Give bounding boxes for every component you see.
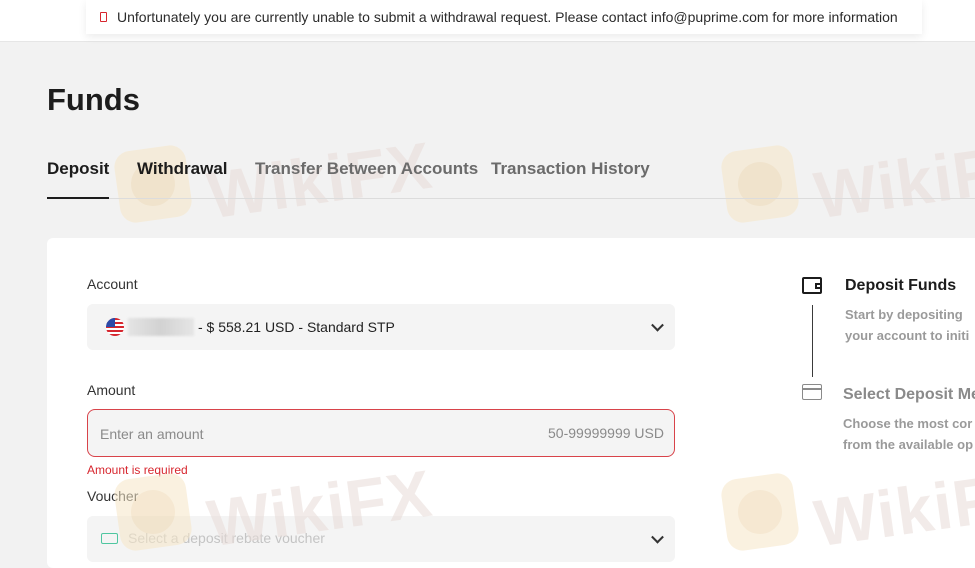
step-title-select-deposit-method: Select Deposit Me (843, 386, 975, 403)
tab-transfer-between-accounts[interactable]: Transfer Between Accounts (255, 158, 478, 197)
account-select[interactable]: - $ 558.21 USD - Standard STP (87, 304, 675, 350)
step-title-deposit-funds: Deposit Funds (845, 277, 957, 294)
step-desc-line: Start by depositing (845, 307, 963, 322)
card-icon (802, 384, 822, 400)
alert-message-box: Unfortunately you are currently unable t… (86, 0, 922, 34)
alert-bar: Unfortunately you are currently unable t… (0, 0, 975, 42)
amount-label: Amount (87, 382, 136, 398)
step-connector (812, 305, 813, 377)
account-label: Account (87, 276, 138, 292)
alert-message: Unfortunately you are currently unable t… (117, 9, 898, 25)
step-desc-line: from the available op (843, 437, 974, 452)
account-select-value: - $ 558.21 USD - Standard STP (198, 319, 395, 335)
chevron-down-icon (651, 318, 664, 332)
step-desc-line: Choose the most cor (843, 416, 973, 431)
tab-transaction-history[interactable]: Transaction History (491, 158, 650, 197)
amount-error-message: Amount is required (87, 463, 188, 477)
amount-input[interactable] (88, 410, 502, 458)
funds-tabs: Deposit Withdrawal Transfer Between Acco… (47, 158, 975, 199)
voucher-label: Voucher (87, 488, 139, 504)
voucher-placeholder: Select a deposit rebate voucher (128, 530, 325, 546)
chevron-down-icon (651, 530, 664, 544)
voucher-select[interactable]: Select a deposit rebate voucher (87, 516, 675, 562)
tab-deposit[interactable]: Deposit (47, 158, 110, 199)
tab-withdrawal[interactable]: Withdrawal (137, 158, 228, 197)
wallet-icon (802, 277, 822, 294)
alert-icon (100, 12, 107, 22)
page-title: Funds (47, 82, 140, 117)
us-flag-icon (106, 318, 124, 336)
amount-range-hint: 50-99999999 USD (548, 425, 664, 441)
redacted-account-number (128, 318, 194, 336)
step-desc-line: your account to initi (845, 328, 970, 343)
amount-field[interactable]: 50-99999999 USD (87, 409, 675, 458)
ticket-icon (101, 533, 118, 544)
